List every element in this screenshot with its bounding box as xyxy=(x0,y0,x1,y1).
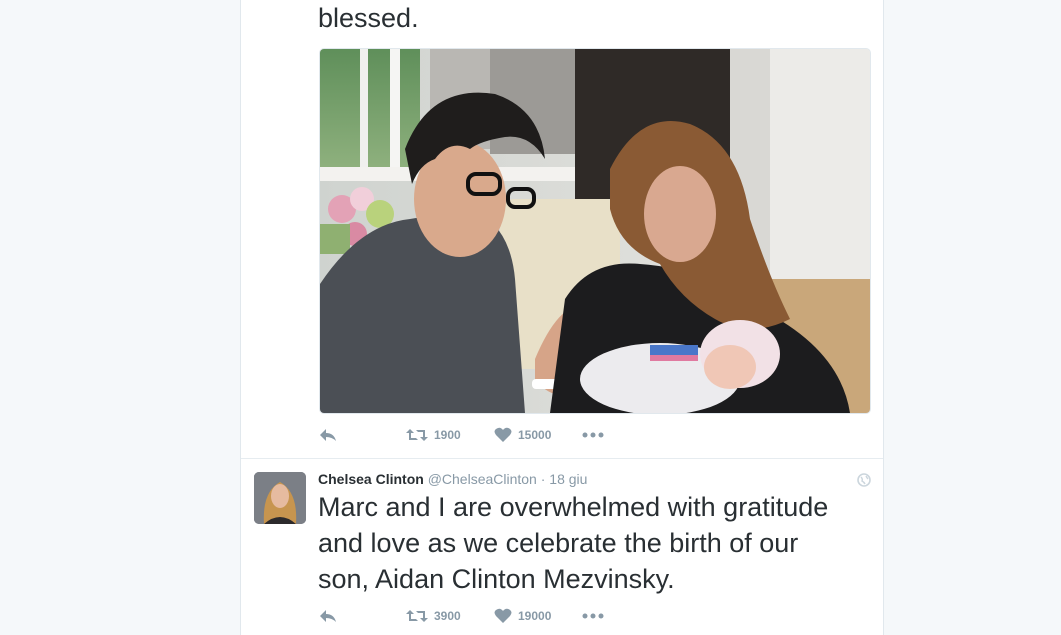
more-button[interactable] xyxy=(582,608,604,624)
retweet-button[interactable]: 3900 xyxy=(406,608,461,624)
tweet-text-line: and love as we celebrate the birth of ou… xyxy=(318,528,799,558)
heart-icon xyxy=(494,427,512,442)
reply-icon xyxy=(320,429,336,441)
retweet-count: 3900 xyxy=(434,609,461,623)
tweet-timestamp[interactable]: 18 giu xyxy=(549,471,587,487)
heart-icon xyxy=(494,608,512,623)
separator-dot: · xyxy=(540,471,546,487)
user-handle[interactable]: @ChelseaClinton xyxy=(428,471,537,487)
retweet-icon xyxy=(406,429,428,441)
like-button[interactable]: 19000 xyxy=(494,608,551,624)
tweet-text: blessed. xyxy=(318,3,419,33)
retweet-button[interactable]: 1900 xyxy=(406,427,461,443)
retweet-icon xyxy=(406,610,428,622)
retweet-count: 1900 xyxy=(434,428,461,442)
tweet-divider xyxy=(241,458,883,459)
globe-icon xyxy=(857,473,871,487)
more-button[interactable] xyxy=(582,427,604,443)
more-icon xyxy=(582,432,604,438)
tweet-header: Chelsea Clinton @ChelseaClinton · 18 giu xyxy=(318,471,587,487)
tweet-text-line: Marc and I are overwhelmed with gratitud… xyxy=(318,492,829,522)
reply-icon xyxy=(320,610,336,622)
timeline-column: blessed. 1900 15000 Chelsea Clinton @Che… xyxy=(240,0,884,635)
tweet-text-line: son, Aidan Clinton Mezvinsky. xyxy=(318,564,675,594)
reply-button[interactable] xyxy=(318,427,338,443)
user-fullname[interactable]: Chelsea Clinton xyxy=(318,471,424,487)
like-count: 15000 xyxy=(518,428,552,442)
more-icon xyxy=(582,613,604,619)
avatar[interactable] xyxy=(254,472,306,524)
like-button[interactable]: 15000 xyxy=(494,427,551,443)
tweet-text: Marc and I are overwhelmed with gratitud… xyxy=(318,489,828,597)
like-count: 19000 xyxy=(518,609,552,623)
tweet-photo[interactable] xyxy=(319,48,871,414)
reply-button[interactable] xyxy=(318,608,338,624)
